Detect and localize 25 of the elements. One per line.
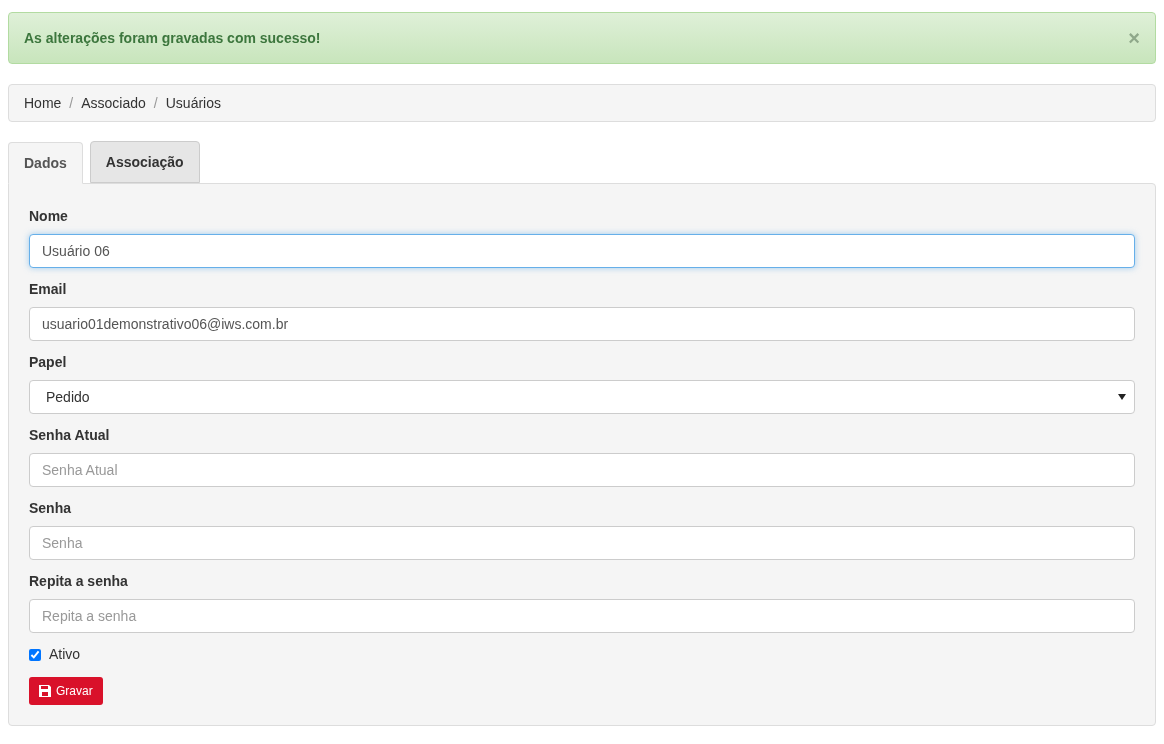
breadcrumb-separator: / — [152, 93, 159, 113]
field-label: Email — [29, 280, 67, 299]
select-field[interactable]: Pedido — [29, 380, 1135, 414]
save-button[interactable]: Gravar — [29, 677, 103, 705]
breadcrumb-link[interactable]: Associado — [81, 92, 146, 114]
breadcrumb-link[interactable]: Home — [24, 92, 62, 114]
field-label: Senha — [29, 499, 71, 518]
input-field[interactable]: usuario01demonstrativo06@iws.com.br — [29, 307, 1135, 341]
input-field[interactable]: Senha — [29, 526, 1135, 560]
input-field[interactable]: Repita a senha — [29, 599, 1135, 633]
field-label: Nome — [29, 207, 68, 226]
caret-icon — [1118, 394, 1126, 400]
tab[interactable]: Dados — [8, 142, 83, 184]
field-label: Senha Atual — [29, 426, 110, 445]
input-field[interactable]: Senha Atual — [29, 453, 1135, 487]
breadcrumb-link[interactable]: Usuários — [165, 92, 221, 114]
input-field[interactable]: Usuário 06 — [29, 234, 1135, 268]
select-value: Pedido — [46, 387, 90, 407]
active-checkbox[interactable] — [29, 648, 41, 661]
field-label: Papel — [29, 353, 67, 372]
checkbox-label: Ativo — [49, 645, 81, 664]
tab[interactable]: Associação — [89, 141, 200, 183]
breadcrumb-separator: / — [68, 93, 75, 113]
alert-message: As alterações foram gravadas com sucesso! — [24, 28, 321, 48]
field-label: Repita a senha — [29, 572, 128, 591]
